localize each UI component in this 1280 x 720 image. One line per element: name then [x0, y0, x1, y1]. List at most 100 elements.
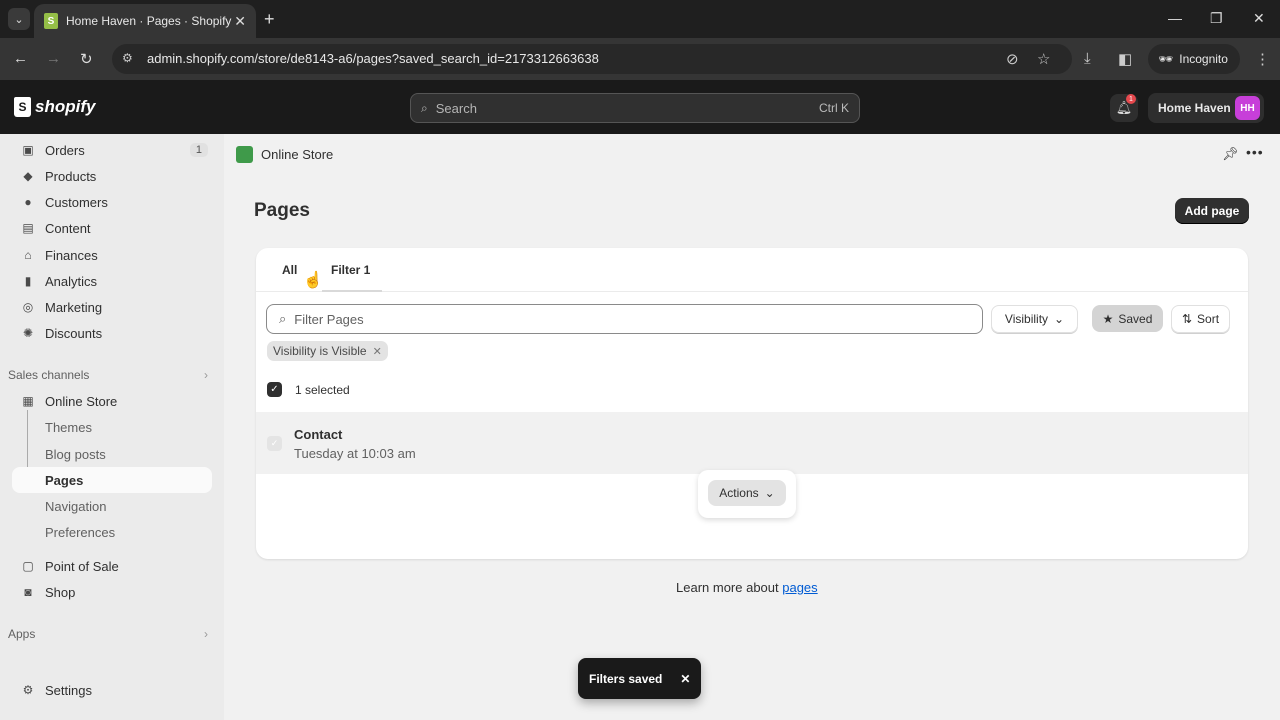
visibility-label: Visibility — [1004, 312, 1049, 326]
sidebar-item-customers[interactable]: ● Customers — [12, 189, 212, 215]
sidebar-item-analytics[interactable]: ▮ Analytics — [12, 268, 212, 294]
sidebar-subitem-preferences[interactable]: Preferences — [12, 519, 212, 545]
tab-search-button[interactable]: ⌄ — [8, 8, 30, 30]
forward-icon[interactable]: → — [46, 50, 61, 67]
actions-label: Actions — [719, 486, 759, 500]
nav-label: Shop — [45, 584, 76, 600]
gear-icon: ⚙ — [22, 683, 34, 697]
restore-icon[interactable]: ❐ — [1210, 10, 1223, 27]
back-icon[interactable]: ← — [13, 50, 28, 67]
chevron-right-icon: › — [204, 368, 208, 382]
store-name: Home Haven — [1158, 101, 1231, 115]
sidebar-item-finances[interactable]: ⌂ Finances — [12, 242, 212, 268]
filter-pages-input[interactable]: ⌕ Filter Pages — [266, 304, 983, 334]
nav-label: Analytics — [45, 273, 98, 289]
notifications-button[interactable]: 🔔︎ 1 — [1110, 94, 1138, 122]
row-checkbox[interactable]: ✓ — [267, 436, 282, 451]
shopify-bag-icon: S — [14, 97, 31, 117]
minimize-icon[interactable]: — — [1168, 10, 1182, 26]
section-label: Sales channels — [8, 368, 90, 382]
breadcrumb[interactable]: Online Store — [236, 146, 333, 163]
eye-off-icon[interactable]: ⊘ — [1006, 50, 1019, 68]
incognito-icon: 🕶 — [1158, 52, 1174, 66]
sidebar-item-content[interactable]: ▤ Content — [12, 215, 212, 241]
reload-icon[interactable]: ↻ — [80, 50, 93, 68]
hand-cursor-icon: ☝ — [303, 272, 323, 289]
shop-icon: ◙ — [24, 585, 32, 599]
selected-count: 1 selected — [295, 382, 350, 397]
store-icon: ▦ — [22, 394, 34, 408]
sidebar-item-marketing[interactable]: ◎ Marketing — [12, 294, 212, 320]
visibility-filter-button[interactable]: Visibility ⌄ — [991, 305, 1078, 333]
add-page-button[interactable]: Add page — [1175, 198, 1249, 224]
download-icon[interactable]: ⤓ — [1084, 50, 1091, 67]
inbox-icon: ▣ — [22, 143, 34, 157]
breadcrumb-label: Online Store — [261, 147, 334, 162]
new-tab-icon[interactable]: + — [264, 9, 275, 30]
store-menu-button[interactable]: Home Haven HH — [1148, 93, 1264, 123]
more-options-icon[interactable]: ••• — [1246, 144, 1264, 160]
orders-count-badge: 1 — [189, 143, 208, 157]
nav-label: Content — [45, 220, 91, 236]
browser-menu-icon[interactable]: ⋮ — [1255, 50, 1270, 68]
nav-label: Online Store — [45, 393, 118, 409]
bulk-actions-bar: Actions ⌄ — [698, 470, 796, 518]
search-icon: ⌕ — [421, 100, 428, 115]
remove-filter-icon[interactable]: ✕ — [373, 345, 382, 358]
sidebar-item-shop[interactable]: ◙ Shop — [12, 579, 212, 605]
saved-label: Saved — [1118, 311, 1153, 326]
tab-filter-1[interactable]: Filter 1 — [331, 263, 370, 277]
learn-more-text: Learn more about pages — [676, 580, 818, 595]
select-all-checkbox[interactable]: ✓ — [267, 382, 282, 397]
sidebar-subitem-themes[interactable]: Themes — [12, 414, 212, 440]
incognito-indicator[interactable]: 🕶 Incognito — [1148, 44, 1240, 74]
sales-channels-header[interactable]: Sales channels › — [8, 368, 208, 382]
close-tab-icon[interactable]: ✕ — [234, 13, 246, 30]
sort-arrows-icon: ⇅ — [1181, 312, 1193, 326]
sidebar-item-settings[interactable]: ⚙ Settings — [12, 677, 212, 703]
sidebar-subitem-pages[interactable]: Pages — [12, 467, 212, 493]
page-title-cell[interactable]: Contact — [294, 427, 342, 442]
actions-button[interactable]: Actions ⌄ — [708, 480, 786, 506]
tab-all[interactable]: All — [282, 263, 297, 277]
chevron-down-icon: ⌄ — [764, 486, 775, 500]
sidebar-item-products[interactable]: ◆ Products — [12, 163, 212, 189]
applied-filter-label: Visibility is Visible — [273, 344, 367, 358]
nav-label: Themes — [45, 419, 92, 435]
table-row[interactable]: ✓ Contact Tuesday at 10:03 am — [256, 412, 1248, 474]
sidebar-item-discounts[interactable]: ✺ Discounts — [12, 320, 212, 346]
sort-button[interactable]: ⇅ Sort — [1171, 305, 1230, 333]
discount-icon: ✺ — [22, 326, 34, 340]
nav-label: Marketing — [45, 299, 103, 315]
target-icon: ◎ — [22, 300, 34, 314]
close-toast-icon[interactable]: ✕ — [680, 672, 690, 686]
applied-filter-pill[interactable]: Visibility is Visible ✕ — [267, 341, 388, 361]
browser-toolbar: ← → ↻ ⚙ admin.shopify.com/store/de8143-a… — [0, 38, 1280, 80]
sidebar: ▣ Orders 1 ◆ Products ● Customers ▤ Cont… — [0, 134, 224, 720]
apps-header[interactable]: Apps › — [8, 627, 208, 641]
learn-more-link[interactable]: pages — [782, 580, 817, 595]
close-window-icon[interactable]: ✕ — [1253, 10, 1265, 27]
browser-tab[interactable]: S Home Haven · Pages · Shopify ✕ — [34, 4, 256, 38]
site-info-icon[interactable]: ⚙ — [122, 51, 133, 65]
pin-icon[interactable]: 📌︎ — [1222, 146, 1239, 162]
sidebar-item-point-of-sale[interactable]: ▢ Point of Sale — [12, 553, 212, 579]
bookmark-star-icon[interactable]: ☆ — [1037, 50, 1050, 68]
main-content: Online Store 📌︎ ••• Pages Add page All F… — [224, 134, 1280, 720]
sidebar-item-online-store[interactable]: ▦ Online Store — [12, 388, 212, 414]
star-icon: ★ — [1102, 311, 1114, 326]
address-bar[interactable]: ⚙ admin.shopify.com/store/de8143-a6/page… — [112, 44, 1072, 74]
nav-label: Navigation — [45, 498, 107, 514]
online-store-icon — [236, 146, 253, 163]
sidebar-subitem-navigation[interactable]: Navigation — [12, 493, 212, 519]
side-panel-icon[interactable]: ◧ — [1118, 50, 1132, 68]
bank-icon: ⌂ — [24, 248, 32, 262]
sidebar-item-orders[interactable]: ▣ Orders 1 — [12, 137, 212, 163]
sidebar-subitem-blog-posts[interactable]: Blog posts — [12, 441, 212, 467]
pos-icon: ▢ — [22, 559, 34, 573]
shopify-logo[interactable]: S shopify — [14, 97, 95, 117]
url-text[interactable]: admin.shopify.com/store/de8143-a6/pages?… — [147, 51, 599, 66]
saved-button[interactable]: ★ Saved — [1092, 305, 1163, 332]
toast: Filters saved ✕ — [578, 658, 701, 699]
admin-search[interactable]: ⌕ Search Ctrl K — [410, 93, 860, 123]
